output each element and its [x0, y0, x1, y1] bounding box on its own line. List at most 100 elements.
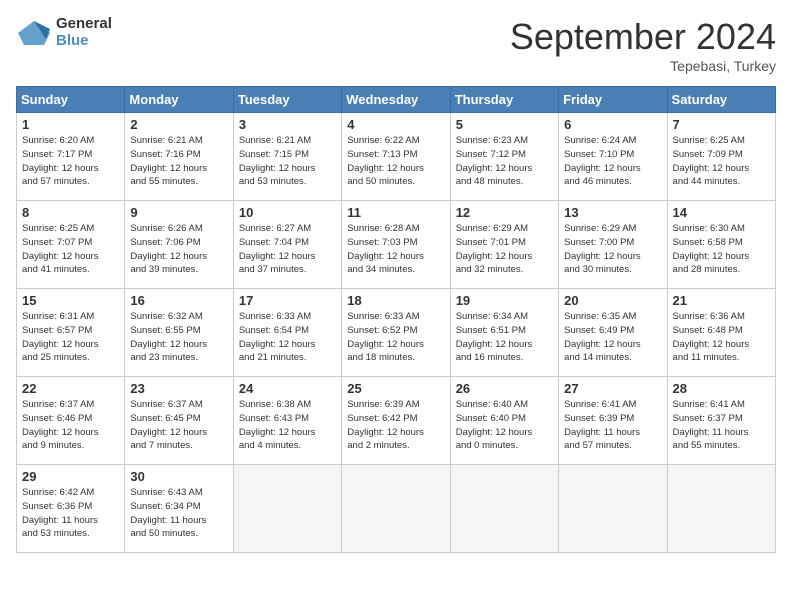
page-header: General Blue September 2024 Tepebasi, Tu…	[16, 16, 776, 74]
calendar-day-cell: 2 Sunrise: 6:21 AM Sunset: 7:16 PM Daylig…	[125, 113, 233, 201]
day-number: 13	[564, 205, 661, 220]
calendar-day-cell: 6 Sunrise: 6:24 AM Sunset: 7:10 PM Daylig…	[559, 113, 667, 201]
calendar-week-row: 8 Sunrise: 6:25 AM Sunset: 7:07 PM Daylig…	[17, 201, 776, 289]
calendar-week-row: 15Sunrise: 6:31 AM Sunset: 6:57 PM Dayli…	[17, 289, 776, 377]
day-info: Sunrise: 6:32 AM Sunset: 6:55 PM Dayligh…	[130, 310, 227, 365]
weekday-header: Thursday	[450, 87, 558, 113]
day-info: Sunrise: 6:30 AM Sunset: 6:58 PM Dayligh…	[673, 222, 770, 277]
weekday-header-row: SundayMondayTuesdayWednesdayThursdayFrid…	[17, 87, 776, 113]
calendar-day-cell: 28Sunrise: 6:41 AM Sunset: 6:37 PM Dayli…	[667, 377, 775, 465]
day-info: Sunrise: 6:23 AM Sunset: 7:12 PM Dayligh…	[456, 134, 553, 189]
day-number: 21	[673, 293, 770, 308]
day-info: Sunrise: 6:42 AM Sunset: 6:36 PM Dayligh…	[22, 486, 119, 541]
day-number: 22	[22, 381, 119, 396]
calendar-day-cell: 26 Sunrise: 6:40 AM Sunset: 6:40 PM Dayli…	[450, 377, 558, 465]
calendar-day-cell: 12 Sunrise: 6:29 AM Sunset: 7:01 PM Dayli…	[450, 201, 558, 289]
day-info: Sunrise: 6:37 AM Sunset: 6:45 PM Dayligh…	[130, 398, 227, 453]
calendar-day-cell: 1 Sunrise: 6:20 AM Sunset: 7:17 PM Daylig…	[17, 113, 125, 201]
day-number: 29	[22, 469, 119, 484]
calendar-day-cell: 27 Sunrise: 6:41 AM Sunset: 6:39 PM Dayli…	[559, 377, 667, 465]
calendar-day-cell: 29 Sunrise: 6:42 AM Sunset: 6:36 PM Dayli…	[17, 465, 125, 553]
calendar-day-cell: 9 Sunrise: 6:26 AM Sunset: 7:06 PM Daylig…	[125, 201, 233, 289]
day-number: 1	[22, 117, 119, 132]
day-info: Sunrise: 6:43 AM Sunset: 6:34 PM Dayligh…	[130, 486, 227, 541]
day-number: 26	[456, 381, 553, 396]
day-info: Sunrise: 6:27 AM Sunset: 7:04 PM Dayligh…	[239, 222, 336, 277]
day-number: 30	[130, 469, 227, 484]
calendar-day-cell: 3 Sunrise: 6:21 AM Sunset: 7:15 PM Daylig…	[233, 113, 341, 201]
day-info: Sunrise: 6:36 AM Sunset: 6:48 PM Dayligh…	[673, 310, 770, 365]
day-number: 25	[347, 381, 444, 396]
day-info: Sunrise: 6:41 AM Sunset: 6:39 PM Dayligh…	[564, 398, 661, 453]
day-info: Sunrise: 6:25 AM Sunset: 7:09 PM Dayligh…	[673, 134, 770, 189]
day-info: Sunrise: 6:25 AM Sunset: 7:07 PM Dayligh…	[22, 222, 119, 277]
calendar-day-cell: 23 Sunrise: 6:37 AM Sunset: 6:45 PM Dayli…	[125, 377, 233, 465]
day-number: 11	[347, 205, 444, 220]
day-info: Sunrise: 6:35 AM Sunset: 6:49 PM Dayligh…	[564, 310, 661, 365]
calendar-day-cell	[342, 465, 450, 553]
calendar-day-cell: 19Sunrise: 6:34 AM Sunset: 6:51 PM Dayli…	[450, 289, 558, 377]
weekday-header: Wednesday	[342, 87, 450, 113]
calendar-table: SundayMondayTuesdayWednesdayThursdayFrid…	[16, 86, 776, 553]
day-number: 9	[130, 205, 227, 220]
calendar-day-cell	[667, 465, 775, 553]
day-number: 6	[564, 117, 661, 132]
calendar-day-cell: 4 Sunrise: 6:22 AM Sunset: 7:13 PM Daylig…	[342, 113, 450, 201]
calendar-day-cell: 30 Sunrise: 6:43 AM Sunset: 6:34 PM Dayli…	[125, 465, 233, 553]
day-number: 3	[239, 117, 336, 132]
logo-icon	[16, 19, 52, 47]
day-info: Sunrise: 6:24 AM Sunset: 7:10 PM Dayligh…	[564, 134, 661, 189]
day-number: 27	[564, 381, 661, 396]
day-info: Sunrise: 6:20 AM Sunset: 7:17 PM Dayligh…	[22, 134, 119, 189]
day-info: Sunrise: 6:21 AM Sunset: 7:15 PM Dayligh…	[239, 134, 336, 189]
day-number: 24	[239, 381, 336, 396]
day-info: Sunrise: 6:29 AM Sunset: 7:01 PM Dayligh…	[456, 222, 553, 277]
calendar-day-cell: 13Sunrise: 6:29 AM Sunset: 7:00 PM Dayli…	[559, 201, 667, 289]
day-number: 4	[347, 117, 444, 132]
day-number: 18	[347, 293, 444, 308]
calendar-day-cell: 24Sunrise: 6:38 AM Sunset: 6:43 PM Dayli…	[233, 377, 341, 465]
title-block: September 2024 Tepebasi, Turkey	[510, 16, 776, 74]
calendar-day-cell: 10 Sunrise: 6:27 AM Sunset: 7:04 PM Dayli…	[233, 201, 341, 289]
weekday-header: Tuesday	[233, 87, 341, 113]
day-info: Sunrise: 6:34 AM Sunset: 6:51 PM Dayligh…	[456, 310, 553, 365]
calendar-week-row: 22 Sunrise: 6:37 AM Sunset: 6:46 PM Dayli…	[17, 377, 776, 465]
day-number: 8	[22, 205, 119, 220]
day-number: 5	[456, 117, 553, 132]
day-info: Sunrise: 6:22 AM Sunset: 7:13 PM Dayligh…	[347, 134, 444, 189]
calendar-day-cell: 22 Sunrise: 6:37 AM Sunset: 6:46 PM Dayli…	[17, 377, 125, 465]
day-info: Sunrise: 6:39 AM Sunset: 6:42 PM Dayligh…	[347, 398, 444, 453]
day-info: Sunrise: 6:26 AM Sunset: 7:06 PM Dayligh…	[130, 222, 227, 277]
day-number: 17	[239, 293, 336, 308]
month-title: September 2024	[510, 16, 776, 58]
calendar-day-cell: 20Sunrise: 6:35 AM Sunset: 6:49 PM Dayli…	[559, 289, 667, 377]
calendar-day-cell	[233, 465, 341, 553]
day-info: Sunrise: 6:28 AM Sunset: 7:03 PM Dayligh…	[347, 222, 444, 277]
calendar-week-row: 29 Sunrise: 6:42 AM Sunset: 6:36 PM Dayli…	[17, 465, 776, 553]
day-info: Sunrise: 6:33 AM Sunset: 6:52 PM Dayligh…	[347, 310, 444, 365]
logo-general: General	[56, 16, 112, 33]
day-number: 12	[456, 205, 553, 220]
weekday-header: Monday	[125, 87, 233, 113]
weekday-header: Friday	[559, 87, 667, 113]
day-info: Sunrise: 6:33 AM Sunset: 6:54 PM Dayligh…	[239, 310, 336, 365]
calendar-day-cell: 21 Sunrise: 6:36 AM Sunset: 6:48 PM Dayli…	[667, 289, 775, 377]
day-info: Sunrise: 6:37 AM Sunset: 6:46 PM Dayligh…	[22, 398, 119, 453]
day-number: 15	[22, 293, 119, 308]
day-number: 10	[239, 205, 336, 220]
calendar-day-cell: 8 Sunrise: 6:25 AM Sunset: 7:07 PM Daylig…	[17, 201, 125, 289]
calendar-day-cell: 17 Sunrise: 6:33 AM Sunset: 6:54 PM Dayli…	[233, 289, 341, 377]
calendar-day-cell: 11 Sunrise: 6:28 AM Sunset: 7:03 PM Dayli…	[342, 201, 450, 289]
day-number: 28	[673, 381, 770, 396]
calendar-day-cell: 14 Sunrise: 6:30 AM Sunset: 6:58 PM Dayli…	[667, 201, 775, 289]
day-number: 14	[673, 205, 770, 220]
calendar-day-cell	[450, 465, 558, 553]
day-info: Sunrise: 6:40 AM Sunset: 6:40 PM Dayligh…	[456, 398, 553, 453]
day-info: Sunrise: 6:21 AM Sunset: 7:16 PM Dayligh…	[130, 134, 227, 189]
logo-blue: Blue	[56, 33, 112, 50]
location: Tepebasi, Turkey	[510, 58, 776, 74]
day-number: 2	[130, 117, 227, 132]
day-number: 23	[130, 381, 227, 396]
calendar-day-cell	[559, 465, 667, 553]
logo-text: General Blue	[56, 16, 112, 49]
